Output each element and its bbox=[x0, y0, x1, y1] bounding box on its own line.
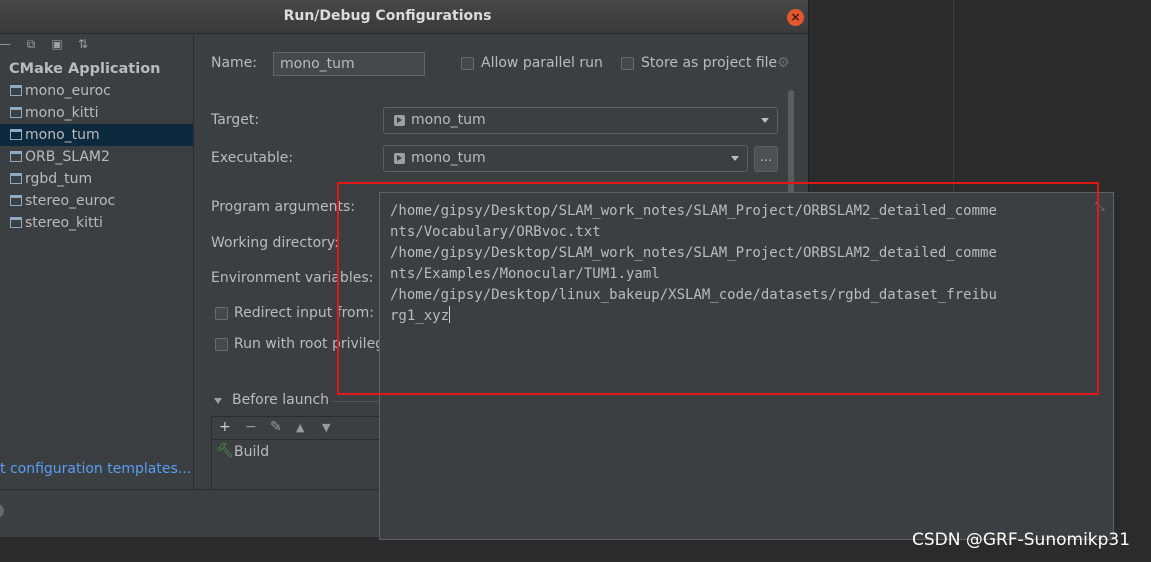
config-icon bbox=[10, 85, 22, 96]
executable-icon bbox=[394, 153, 405, 164]
copy-icon[interactable]: ⧉ bbox=[24, 37, 38, 51]
build-task-label[interactable]: Build bbox=[234, 444, 269, 460]
argument-line: nts/Examples/Monocular/TUM1.yaml bbox=[390, 266, 660, 282]
chevron-down-icon bbox=[761, 118, 769, 123]
environment-variables-label: Environment variables: bbox=[211, 270, 374, 286]
name-field[interactable]: mono_tum bbox=[273, 52, 425, 76]
remove-icon[interactable]: — bbox=[0, 37, 12, 51]
tree-toolbar: — ⧉ ▣ ⇅ bbox=[0, 34, 193, 56]
target-value: mono_tum bbox=[411, 112, 486, 128]
executable-label: Executable: bbox=[211, 150, 294, 166]
chevron-down-icon[interactable] bbox=[214, 398, 222, 404]
add-task-button[interactable]: + bbox=[219, 419, 231, 435]
config-icon bbox=[10, 129, 22, 140]
tree-item-label: mono_kitti bbox=[25, 105, 99, 121]
working-directory-label: Working directory: bbox=[211, 235, 339, 251]
chevron-down-icon bbox=[731, 156, 739, 161]
argument-line: rg1_xyz bbox=[390, 308, 450, 324]
before-launch-label[interactable]: Before launch bbox=[232, 392, 329, 408]
dialog-title: Run/Debug Configurations bbox=[283, 8, 492, 24]
gear-icon[interactable]: ⚙ bbox=[777, 55, 790, 71]
redirect-input-checkbox[interactable] bbox=[215, 307, 228, 320]
tree-item-mono-euroc[interactable]: mono_euroc bbox=[0, 80, 193, 102]
tree-item-label: mono_euroc bbox=[25, 83, 111, 99]
program-arguments-textarea[interactable]: /home/gipsy/Desktop/SLAM_work_notes/SLAM… bbox=[390, 201, 1090, 327]
config-icon bbox=[10, 195, 22, 206]
remove-task-button[interactable]: − bbox=[245, 419, 257, 435]
config-icon bbox=[10, 217, 22, 228]
tree-item-mono-kitti[interactable]: mono_kitti bbox=[0, 102, 193, 124]
executable-select[interactable]: mono_tum bbox=[383, 145, 748, 172]
executable-value: mono_tum bbox=[411, 150, 486, 166]
tree-item-rgbd-tum[interactable]: rgbd_tum bbox=[0, 168, 193, 190]
move-up-button[interactable]: ▲ bbox=[296, 421, 304, 434]
form-scrollbar[interactable] bbox=[788, 90, 794, 195]
config-icon bbox=[10, 151, 22, 162]
configuration-tree: — ⧉ ▣ ⇅ CMake Application mono_euroc mon… bbox=[0, 34, 194, 489]
run-root-label[interactable]: Run with root privilege bbox=[234, 336, 393, 352]
close-icon[interactable]: × bbox=[787, 9, 804, 26]
program-arguments-label: Program arguments: bbox=[211, 199, 355, 215]
tree-item-orb-slam2[interactable]: ORB_SLAM2 bbox=[0, 146, 193, 168]
tree-item-stereo-kitti[interactable]: stereo_kitti bbox=[0, 212, 193, 234]
config-icon bbox=[10, 107, 22, 118]
tree-item-label: rgbd_tum bbox=[25, 171, 93, 187]
edit-task-button[interactable]: ✎ bbox=[270, 419, 282, 435]
executable-icon bbox=[394, 115, 405, 126]
target-label: Target: bbox=[211, 112, 260, 128]
watermark: CSDN @GRF-Sunomikp31 bbox=[912, 530, 1131, 550]
allow-parallel-label[interactable]: Allow parallel run bbox=[481, 55, 603, 71]
allow-parallel-checkbox[interactable] bbox=[461, 57, 474, 70]
argument-line: /home/gipsy/Desktop/linux_bakeup/XSLAM_c… bbox=[390, 287, 997, 303]
tree-item-mono-tum[interactable]: mono_tum bbox=[0, 124, 193, 146]
tree-item-label: mono_tum bbox=[25, 127, 100, 143]
redirect-input-label[interactable]: Redirect input from: bbox=[234, 305, 374, 321]
move-down-button[interactable]: ▼ bbox=[322, 421, 330, 434]
argument-line: /home/gipsy/Desktop/SLAM_work_notes/SLAM… bbox=[390, 203, 997, 219]
collapse-icon[interactable]: ⤡ bbox=[1095, 199, 1105, 214]
sort-icon[interactable]: ⇅ bbox=[76, 37, 90, 51]
help-icon[interactable] bbox=[0, 504, 4, 518]
tree-item-stereo-euroc[interactable]: stereo_euroc bbox=[0, 190, 193, 212]
browse-button[interactable]: ... bbox=[754, 146, 778, 172]
title-bar[interactable]: Run/Debug Configurations × bbox=[0, 0, 808, 34]
target-select[interactable]: mono_tum bbox=[383, 107, 778, 134]
name-label: Name: bbox=[211, 55, 258, 71]
tree-root-cmake[interactable]: CMake Application bbox=[9, 61, 160, 77]
config-icon bbox=[10, 173, 22, 184]
build-icon: 🔨︎ bbox=[216, 443, 234, 459]
tree-item-label: stereo_kitti bbox=[25, 215, 103, 231]
store-project-checkbox[interactable] bbox=[621, 57, 634, 70]
text-caret bbox=[449, 306, 451, 323]
tree-item-label: ORB_SLAM2 bbox=[25, 149, 110, 165]
run-root-checkbox[interactable] bbox=[215, 338, 228, 351]
argument-line: /home/gipsy/Desktop/SLAM_work_notes/SLAM… bbox=[390, 245, 997, 261]
edit-templates-link[interactable]: t configuration templates... bbox=[0, 461, 191, 477]
store-project-label[interactable]: Store as project file bbox=[641, 55, 777, 71]
folder-add-icon[interactable]: ▣ bbox=[50, 37, 64, 51]
program-arguments-editor-popup[interactable]: /home/gipsy/Desktop/SLAM_work_notes/SLAM… bbox=[379, 192, 1114, 540]
tree-item-label: stereo_euroc bbox=[25, 193, 116, 209]
argument-line: nts/Vocabulary/ORBvoc.txt bbox=[390, 224, 601, 240]
